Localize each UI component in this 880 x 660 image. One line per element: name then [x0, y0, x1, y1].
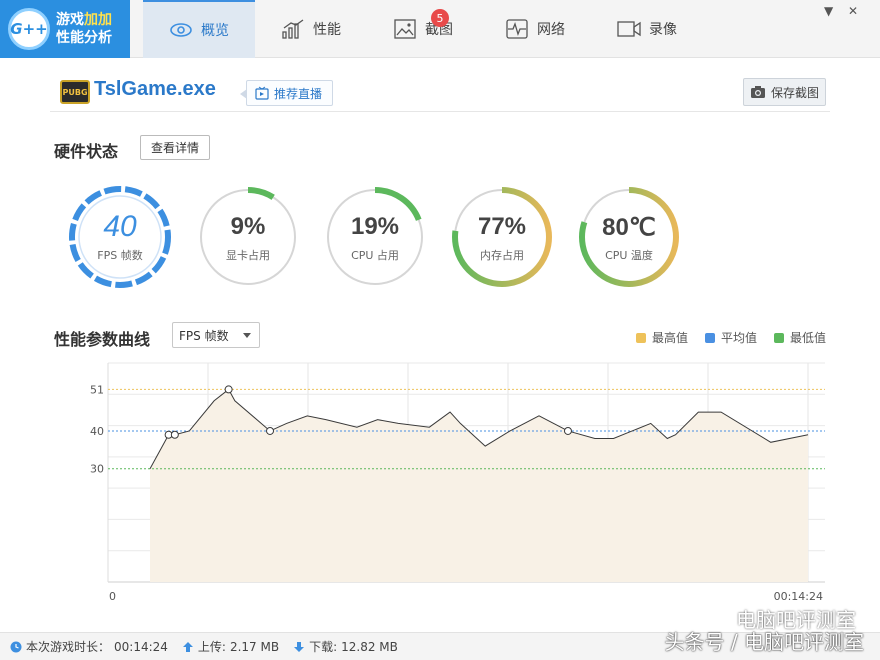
upload-label: 上传:	[197, 640, 226, 654]
fps-area	[150, 389, 808, 582]
y-tick-label: 40	[90, 425, 104, 438]
game-icon: PUBG	[60, 80, 90, 104]
tab-video-label: 录像	[649, 22, 677, 38]
hardware-status-title: 硬件状态	[54, 142, 119, 161]
cpu-usage-value: 19%	[350, 213, 400, 240]
image-icon	[394, 19, 416, 39]
download-value: 12.82 MB	[341, 639, 398, 654]
save-screenshot-label: 保存截图	[770, 85, 819, 100]
bar-chart-icon	[282, 19, 304, 39]
metric-select-value: FPS 帧数	[179, 328, 229, 343]
tab-network-label: 网络	[537, 22, 565, 38]
fps-label: FPS 帧数	[97, 249, 143, 262]
tab-overview-label: 概览	[201, 23, 229, 39]
performance-curve-title: 性能参数曲线	[54, 330, 151, 349]
main-tabs: 概览 性能 截图 5 网络 录像	[143, 0, 703, 58]
fps-point-marker	[170, 430, 179, 439]
clock-icon	[10, 641, 22, 652]
playtime-value: 00:14:24	[114, 639, 168, 654]
memory-usage-value: 77%	[477, 213, 527, 240]
fps-gauge: 40 FPS 帧数	[66, 183, 174, 291]
screenshot-count-badge: 5	[431, 9, 449, 27]
gpu-usage-gauge: 9% 显卡占用	[194, 183, 302, 291]
memory-usage-gauge: 77% 内存占用	[448, 183, 556, 291]
legend-avg-swatch	[705, 332, 715, 343]
gpu-usage-value: 9%	[230, 213, 266, 240]
logo-text: 游戏加加 性能分析	[56, 11, 112, 47]
download-item: 下载: 12.82 MB	[293, 638, 398, 655]
close-icon[interactable]: ✕	[848, 4, 858, 18]
x-end-label: 00:14:24	[774, 590, 823, 603]
y-tick-label: 51	[90, 383, 104, 396]
camera-icon	[750, 86, 765, 98]
playtime-item: 本次游戏时长： 00:14:24	[10, 638, 168, 655]
legend-avg: 平均值	[705, 329, 757, 346]
top-bar: G++ 游戏加加 性能分析 概览 性能 截图 5 网络 录像 ▼ ✕	[0, 0, 880, 58]
chevron-down-icon	[243, 333, 251, 338]
legend-min-label: 最低值	[790, 331, 827, 345]
video-icon	[617, 21, 641, 37]
recommend-live-label: 推荐直播	[274, 86, 323, 101]
tab-screenshot[interactable]: 截图 5	[367, 0, 479, 58]
fps-point-marker	[266, 426, 275, 435]
legend-avg-label: 平均值	[721, 331, 758, 345]
arrow-up-icon	[182, 641, 193, 652]
download-label: 下载:	[309, 640, 338, 654]
fps-chart: 30 40 51 0 00:14:24	[90, 362, 825, 603]
fps-value: 40	[103, 210, 137, 243]
recommend-live-button[interactable]: 推荐直播	[239, 80, 334, 106]
fps-point-marker	[563, 426, 572, 435]
legend-max-label: 最高值	[652, 331, 689, 345]
tab-video[interactable]: 录像	[591, 0, 703, 58]
memory-usage-label: 内存占用	[480, 249, 524, 262]
tv-play-icon	[255, 86, 269, 100]
y-tick-label: 30	[90, 463, 104, 476]
cpu-usage-gauge: 19% CPU 占用	[321, 183, 429, 291]
tab-performance-label: 性能	[313, 22, 341, 38]
gpu-usage-label: 显卡占用	[226, 249, 270, 262]
legend-min-swatch	[774, 332, 784, 343]
legend-max-swatch	[636, 332, 646, 343]
upload-value: 2.17 MB	[229, 639, 280, 654]
watermark-account-label: 头条号 / 电脑吧评测室	[664, 630, 864, 654]
watermark-account: 头条号 / 电脑吧评测室	[665, 626, 864, 655]
save-screenshot-button[interactable]: 保存截图	[742, 78, 826, 106]
metric-select[interactable]: FPS 帧数	[172, 322, 260, 348]
minimize-icon[interactable]: ▼	[824, 4, 833, 18]
fps-point-marker	[224, 385, 233, 394]
logo-badge: G++	[8, 8, 50, 50]
app-logo: G++ 游戏加加 性能分析	[0, 0, 130, 58]
logo-line1-highlight: 加加	[84, 12, 112, 28]
playtime-label: 本次游戏时长：	[26, 640, 111, 654]
legend-min: 最低值	[774, 329, 826, 346]
cpu-temp-label: CPU 温度	[605, 249, 653, 262]
cpu-temp-value: 80℃	[602, 214, 656, 241]
eye-icon	[170, 23, 192, 37]
view-details-button[interactable]: 查看详情	[140, 135, 211, 160]
logo-line1: 游戏	[56, 12, 84, 28]
game-header: PUBG TslGame.exe 推荐直播 保存截图	[50, 76, 830, 112]
logo-line2: 性能分析	[56, 30, 112, 46]
tab-overview[interactable]: 概览	[143, 0, 255, 58]
hardware-gauges: 40 FPS 帧数 9% 显卡占用 19% CPU 占用 77% 内存占用 80…	[66, 183, 686, 293]
legend-max: 最高值	[636, 329, 688, 346]
upload-item: 上传: 2.17 MB	[182, 638, 279, 655]
tab-performance[interactable]: 性能	[255, 0, 367, 58]
arrow-down-icon	[294, 641, 305, 652]
cpu-usage-label: CPU 占用	[351, 249, 399, 262]
pulse-icon	[506, 19, 528, 39]
x-start-label: 0	[109, 590, 116, 603]
game-name: TslGame.exe	[94, 78, 216, 100]
cpu-temp-gauge: 80℃ CPU 温度	[575, 183, 683, 291]
tab-network[interactable]: 网络	[479, 0, 591, 58]
